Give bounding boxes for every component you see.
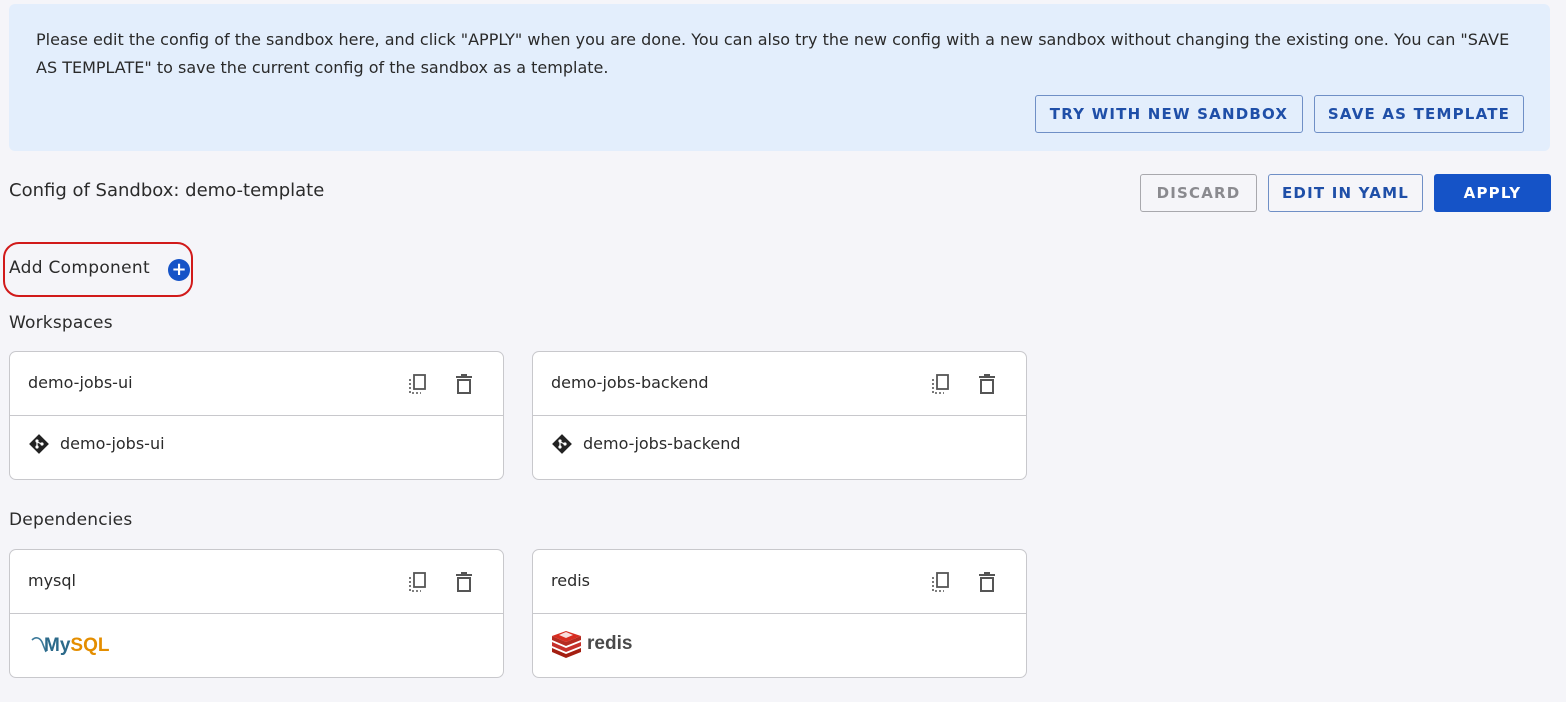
- dependency-card[interactable]: mysql MySQL: [9, 549, 504, 678]
- mysql-logo: MySQL: [31, 635, 110, 656]
- card-header: demo-jobs-backend: [533, 352, 1026, 416]
- dependency-card[interactable]: redis redis: [532, 549, 1027, 678]
- trash-icon[interactable]: [976, 372, 998, 396]
- card-header: mysql: [10, 550, 503, 614]
- redis-logo: redis: [552, 631, 632, 658]
- copy-icon[interactable]: [406, 570, 430, 594]
- plus-circle-icon[interactable]: +: [168, 259, 190, 281]
- workspace-card[interactable]: demo-jobs-ui demo-jobs-ui: [9, 351, 504, 480]
- svg-text:redis: redis: [587, 633, 632, 654]
- banner-message: Please edit the config of the sandbox he…: [36, 30, 1510, 77]
- workspace-name: demo-jobs-backend: [551, 373, 709, 392]
- workspaces-heading: Workspaces: [9, 313, 113, 333]
- svg-text:MySQL: MySQL: [44, 635, 110, 656]
- trash-icon[interactable]: [976, 570, 998, 594]
- copy-icon[interactable]: [929, 372, 953, 396]
- dependencies-heading: Dependencies: [9, 510, 133, 530]
- discard-button[interactable]: DISCARD: [1140, 174, 1257, 212]
- workspace-name: demo-jobs-ui: [28, 373, 133, 392]
- workspace-repo: demo-jobs-backend: [583, 434, 741, 453]
- edit-in-yaml-button[interactable]: EDIT IN YAML: [1268, 174, 1423, 212]
- try-with-new-sandbox-button[interactable]: TRY WITH NEW SANDBOX: [1035, 95, 1303, 133]
- add-component-label[interactable]: Add Component: [9, 258, 150, 278]
- trash-icon[interactable]: [453, 570, 475, 594]
- card-header: demo-jobs-ui: [10, 352, 503, 416]
- copy-icon[interactable]: [406, 372, 430, 396]
- dependency-name: mysql: [28, 571, 76, 590]
- card-header: redis: [533, 550, 1026, 614]
- page-title: Config of Sandbox: demo-template: [9, 180, 325, 201]
- git-icon: [552, 434, 572, 454]
- copy-icon[interactable]: [929, 570, 953, 594]
- trash-icon[interactable]: [453, 372, 475, 396]
- dependency-name: redis: [551, 571, 591, 590]
- workspace-repo: demo-jobs-ui: [60, 434, 165, 453]
- save-as-template-button[interactable]: SAVE AS TEMPLATE: [1314, 95, 1524, 133]
- apply-button[interactable]: APPLY: [1434, 174, 1551, 212]
- git-icon: [29, 434, 49, 454]
- workspace-card[interactable]: demo-jobs-backend demo-jobs-backend: [532, 351, 1027, 480]
